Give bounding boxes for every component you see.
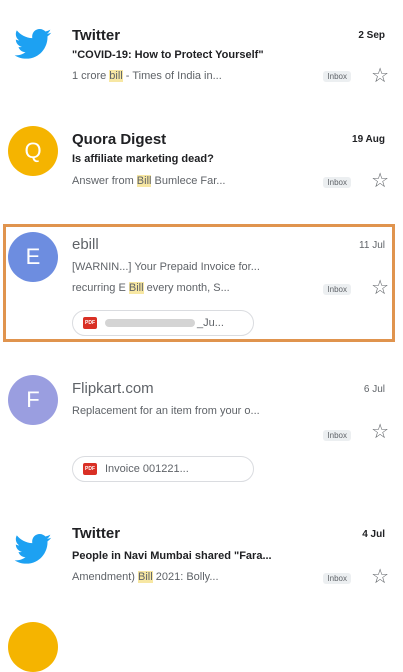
inbox-label: Inbox (323, 573, 351, 584)
email-list: Twitter 2 Sep "COVID-19: How to Protect … (0, 0, 403, 672)
star-icon[interactable]: ☆ (371, 422, 389, 442)
star-icon[interactable]: ☆ (371, 66, 389, 86)
email-row-quora[interactable]: Q Quora Digest 19 Aug Is affiliate marke… (0, 100, 403, 210)
inbox-label: Inbox (323, 430, 351, 441)
inbox-label: Inbox (323, 177, 351, 188)
email-subject: Is affiliate marketing dead? (72, 153, 214, 165)
email-date: 6 Jul (363, 384, 385, 395)
twitter-bird-icon (14, 29, 52, 59)
email-snippet: Answer from Bill Bumlece Far... (72, 175, 226, 187)
avatar: Q (8, 126, 58, 176)
avatar: F (8, 375, 58, 425)
sender-name: Twitter (72, 27, 121, 44)
highlight-frame (3, 224, 395, 342)
sender-name: Twitter (72, 525, 121, 542)
email-snippet: Amendment) Bill 2021: Bolly... (72, 571, 219, 583)
star-icon[interactable]: ☆ (371, 171, 389, 191)
twitter-bird-icon (14, 534, 52, 564)
attachment-chip[interactable]: PDF Invoice 001221... (72, 456, 254, 482)
sender-name: Quora Digest (72, 131, 167, 148)
email-row-flipkart[interactable]: F Flipkart.com 6 Jul Replacement for an … (0, 360, 403, 500)
star-icon[interactable]: ☆ (371, 567, 389, 587)
email-date: 19 Aug (352, 134, 385, 145)
email-subject: People in Navi Mumbai shared "Fara... (72, 550, 272, 562)
email-subject: Replacement for an item from your o... (72, 405, 260, 417)
email-subject: "COVID-19: How to Protect Yourself" (72, 49, 264, 61)
attachment-name: Invoice 001221... (105, 463, 189, 475)
email-row-twitter-2[interactable]: Twitter 4 Jul People in Navi Mumbai shar… (0, 510, 403, 620)
inbox-label: Inbox (323, 71, 351, 82)
email-snippet: 1 crore bill - Times of India in... (72, 70, 222, 82)
pdf-icon: PDF (83, 463, 97, 475)
email-row-twitter-1[interactable]: Twitter 2 Sep "COVID-19: How to Protect … (0, 0, 403, 100)
avatar-partial (8, 622, 58, 672)
email-date: 2 Sep (358, 30, 385, 41)
sender-name: Flipkart.com (72, 380, 154, 397)
email-date: 4 Jul (362, 529, 385, 540)
